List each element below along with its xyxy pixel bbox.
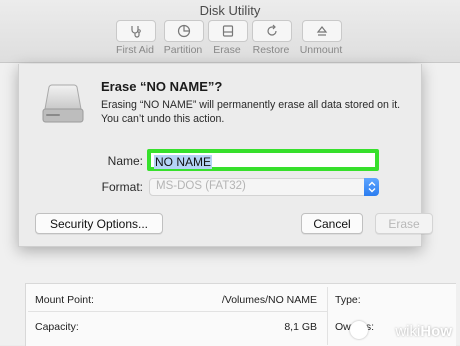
- external-disk-icon: [42, 84, 84, 123]
- name-label: Name:: [107, 154, 143, 168]
- eraser-icon: [222, 25, 234, 37]
- eject-icon: [316, 26, 328, 36]
- capacity-label: Capacity:: [35, 321, 79, 333]
- info-row-divider: [28, 311, 328, 312]
- capacity-value: 8,1 GB: [284, 321, 317, 333]
- mount-point-label: Mount Point:: [35, 294, 94, 306]
- dialog-title: Erase “NO NAME”?: [101, 79, 223, 94]
- erase-dialog: Erase “NO NAME”? Erasing “NO NAME” will …: [18, 64, 433, 247]
- watermark-wiki: wiki: [395, 323, 421, 340]
- unmount-button[interactable]: [302, 20, 342, 42]
- format-label: Format:: [101, 180, 143, 194]
- unmount-label: Unmount: [299, 44, 343, 56]
- info-divider: [327, 287, 328, 345]
- mount-point-value: /Volumes/NO NAME: [221, 294, 317, 306]
- stethoscope-icon: [131, 26, 141, 38]
- dialog-message: Erasing “NO NAME” will permanently erase…: [101, 99, 401, 125]
- restore-icon: [267, 24, 277, 36]
- pie-chart-icon: [177, 24, 191, 38]
- erase-button[interactable]: Erase: [375, 213, 433, 234]
- window-title: Disk Utility: [199, 3, 261, 18]
- name-field[interactable]: NO NAME: [147, 149, 379, 171]
- watermark: wikiHow: [395, 323, 452, 340]
- security-options-button[interactable]: Security Options...: [35, 213, 163, 234]
- info-table: [25, 283, 456, 346]
- format-select-value: MS-DOS (FAT32): [156, 180, 246, 192]
- first-aid-button[interactable]: [116, 20, 156, 42]
- watermark-how: How: [420, 323, 452, 340]
- cancel-button[interactable]: Cancel: [301, 213, 363, 234]
- format-select[interactable]: MS-DOS (FAT32): [149, 178, 379, 196]
- erase-toolbar-button[interactable]: [208, 20, 248, 42]
- toolbar: Disk Utility First Aid Partition Erase R…: [0, 0, 460, 63]
- restore-button[interactable]: [252, 20, 292, 42]
- updown-chevron-icon: [364, 178, 379, 196]
- watermark-badge-icon: [350, 321, 368, 339]
- type-label: Type:: [335, 294, 361, 306]
- name-field-value: NO NAME: [154, 155, 213, 169]
- partition-button[interactable]: [164, 20, 204, 42]
